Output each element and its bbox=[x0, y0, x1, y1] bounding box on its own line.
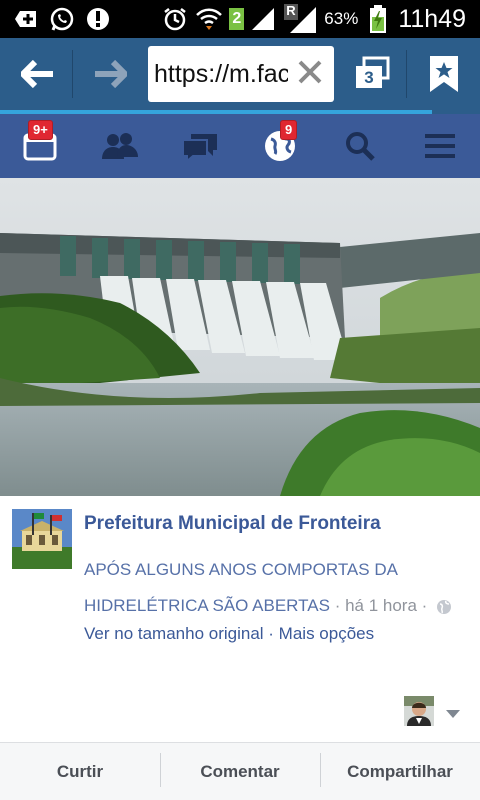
battery-percent: 63% bbox=[324, 9, 359, 28]
viewer-avatar[interactable] bbox=[404, 696, 434, 726]
public-globe-icon bbox=[437, 599, 452, 614]
roaming-badge: R bbox=[286, 3, 296, 18]
bookmark-button[interactable] bbox=[416, 44, 472, 104]
nav-notifications[interactable]: 9 bbox=[240, 114, 320, 178]
alarm-icon bbox=[161, 5, 189, 33]
clear-icon bbox=[298, 60, 322, 84]
wifi-icon bbox=[195, 5, 223, 33]
more-options-link[interactable]: · Mais opções bbox=[268, 624, 374, 643]
notifications-badge: 9 bbox=[280, 120, 298, 140]
url-field[interactable]: https://m.facebook.com bbox=[148, 46, 334, 102]
post-links: Ver no tamanho original · Mais opções bbox=[84, 624, 374, 644]
toolbar-divider bbox=[72, 50, 73, 98]
post-details: Prefeitura Municipal de Fronteira APÓS A… bbox=[0, 496, 480, 742]
page-avatar[interactable] bbox=[12, 509, 72, 569]
post-photo[interactable] bbox=[0, 178, 480, 496]
nav-news-feed[interactable]: 9+ bbox=[0, 114, 80, 178]
like-label: Curtir bbox=[56, 761, 104, 781]
roaming-signal-icon: R bbox=[284, 3, 318, 34]
audience-dropdown[interactable] bbox=[446, 706, 460, 724]
battery-charging-icon bbox=[364, 5, 392, 33]
status-bar: 2 R 63% 11h49 bbox=[0, 0, 480, 38]
page-name-link[interactable]: Prefeitura Municipal de Fronteira bbox=[84, 513, 381, 535]
clock: 11h49 bbox=[398, 4, 466, 33]
comment-button[interactable]: Comentar bbox=[160, 743, 320, 800]
nav-messages[interactable] bbox=[160, 114, 240, 178]
forward-button[interactable] bbox=[80, 44, 140, 104]
share-label: Compartilhar bbox=[347, 761, 453, 781]
chevron-down-icon bbox=[446, 710, 460, 718]
nav-search[interactable] bbox=[320, 114, 400, 178]
nav-menu[interactable] bbox=[400, 114, 480, 178]
alert-icon bbox=[84, 5, 112, 33]
search-icon bbox=[346, 132, 375, 161]
nav-friends[interactable] bbox=[80, 114, 160, 178]
whatsapp-icon bbox=[48, 5, 76, 33]
tab-count: 3 bbox=[364, 68, 374, 87]
like-button[interactable]: Curtir bbox=[0, 743, 160, 800]
clear-url-button[interactable] bbox=[296, 58, 324, 91]
sim-badge: 2 bbox=[229, 8, 245, 30]
tabs-icon: 3 bbox=[352, 56, 392, 92]
forward-arrow-icon bbox=[95, 60, 127, 88]
post-action-bar: Curtir Comentar Compartilhar bbox=[0, 742, 480, 800]
post-timestamp[interactable]: · há 1 hora · bbox=[335, 596, 428, 615]
view-original-link[interactable]: Ver no tamanho original bbox=[84, 624, 264, 643]
facebook-nav-bar: 9+ 9 bbox=[0, 114, 480, 178]
share-button[interactable]: Compartilhar bbox=[320, 743, 480, 800]
back-button[interactable] bbox=[8, 44, 68, 104]
comment-label: Comentar bbox=[200, 761, 280, 781]
tabs-button[interactable]: 3 bbox=[344, 44, 400, 104]
messages-icon bbox=[182, 134, 217, 162]
feed-badge: 9+ bbox=[28, 120, 53, 140]
bookmark-icon bbox=[430, 56, 458, 92]
friends-icon bbox=[102, 133, 138, 159]
add-notification-icon bbox=[12, 5, 40, 33]
menu-icon bbox=[425, 134, 455, 158]
browser-toolbar: https://m.facebook.com 3 bbox=[0, 38, 480, 110]
signal-icon bbox=[250, 5, 278, 33]
post-caption: APÓS ALGUNS ANOS COMPORTAS DA HIDRELÉTRI… bbox=[84, 552, 464, 624]
url-text: https://m.facebook.com bbox=[154, 59, 288, 88]
back-arrow-icon bbox=[21, 60, 53, 88]
toolbar-divider bbox=[406, 50, 407, 98]
